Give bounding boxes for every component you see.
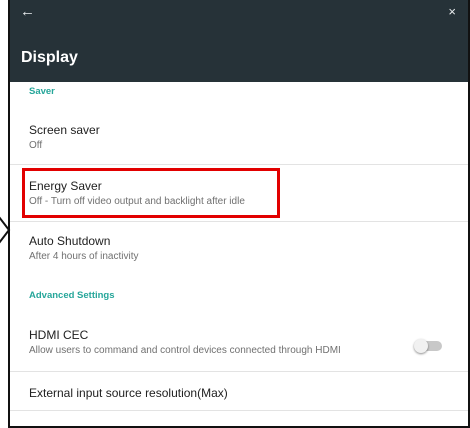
page-title: Display (21, 49, 78, 66)
settings-window: ← × Display Saver Screen saver Off Energ… (8, 0, 470, 428)
setting-title: Screen saver (29, 123, 100, 137)
section-header-saver: Saver (29, 86, 55, 97)
section-header-advanced-settings: Advanced Settings (29, 290, 115, 301)
toggle-knob (414, 339, 428, 353)
setting-title: External input source resolution(Max) (29, 386, 228, 400)
back-arrow-icon[interactable]: ← (20, 3, 35, 21)
setting-hdmi-cec[interactable]: HDMI CEC Allow users to command and cont… (10, 316, 468, 371)
setting-title: HDMI CEC (29, 328, 89, 342)
hdmi-cec-toggle[interactable] (414, 339, 444, 353)
setting-title: Auto Shutdown (29, 234, 111, 248)
close-icon[interactable]: × (448, 4, 456, 20)
setting-subtitle: Allow users to command and control devic… (29, 345, 341, 356)
app-bar: ← × Display (10, 0, 468, 82)
setting-subtitle: After 4 hours of inactivity (29, 251, 139, 262)
setting-screen-saver[interactable]: Screen saver Off (10, 112, 468, 164)
setting-subtitle: Off (29, 140, 43, 151)
highlight-box (22, 168, 280, 218)
divider (10, 410, 468, 411)
callout-chevron-icon (0, 216, 11, 244)
setting-auto-shutdown[interactable]: Auto Shutdown After 4 hours of inactivit… (10, 222, 468, 274)
setting-external-input-resolution[interactable]: External input source resolution(Max) (10, 372, 468, 412)
